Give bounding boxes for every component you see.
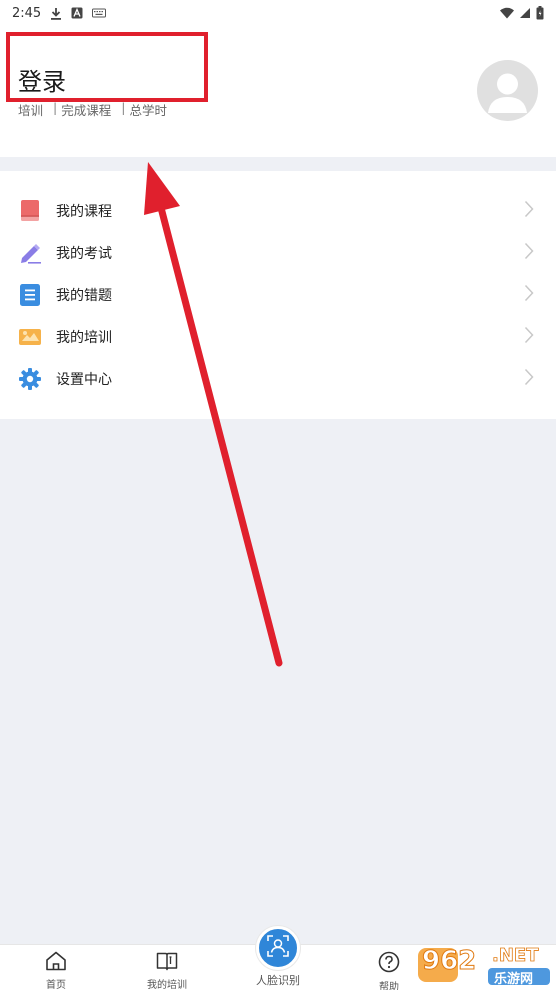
list-icon: [17, 282, 43, 308]
help-icon: [378, 951, 400, 976]
book-icon: [17, 198, 43, 224]
watermark-logo: 962 .NET 乐游网: [418, 944, 552, 987]
profile-stats: 培训 | 完成课程 | 总学时: [18, 100, 177, 119]
menu-item-label: 我的错题: [56, 288, 112, 304]
menu-item-label: 我的课程: [56, 204, 112, 220]
tab-home[interactable]: 首页: [16, 951, 96, 990]
watermark-suffix: .NET: [492, 945, 539, 967]
stat-completed-courses: 完成课程: [61, 103, 112, 118]
stat-separator: |: [121, 100, 126, 115]
menu-item-settings[interactable]: 设置中心: [0, 358, 556, 400]
menu-item-my-training[interactable]: 我的培训: [0, 316, 556, 358]
keyboard-icon: [92, 8, 107, 18]
status-bar: 2:45: [0, 0, 556, 26]
menu-item-my-courses[interactable]: 我的课程: [0, 190, 556, 232]
gear-icon: [17, 366, 43, 392]
battery-icon: [536, 6, 544, 20]
avatar[interactable]: [477, 60, 538, 121]
tab-label: 帮助: [379, 982, 399, 990]
open-book-icon: [156, 951, 178, 974]
user-silhouette-icon: [488, 73, 527, 113]
menu-item-my-exams[interactable]: 我的考试: [0, 232, 556, 274]
wifi-icon: [500, 7, 514, 19]
stat-total-hours: 总学时: [129, 103, 167, 118]
face-recognition-button[interactable]: [256, 926, 300, 970]
signal-icon: [519, 7, 531, 19]
stat-separator: |: [53, 100, 58, 115]
menu-item-label: 我的培训: [56, 330, 112, 346]
watermark-brand: 乐游网: [494, 972, 534, 987]
menu-item-label: 设置中心: [56, 372, 112, 388]
tab-label: 首页: [46, 980, 66, 990]
status-time: 2:45: [12, 5, 42, 21]
chevron-right-icon: [524, 326, 534, 348]
menu-list: 我的课程 我的考试 我的错题 我的培训 设置中心: [0, 171, 556, 419]
tab-my-training[interactable]: 我的培训: [127, 951, 207, 990]
chevron-right-icon: [524, 242, 534, 264]
chevron-right-icon: [524, 284, 534, 306]
tab-face-recognition-label[interactable]: 人脸识别: [238, 972, 318, 988]
training-icon: [17, 324, 43, 350]
menu-item-my-mistakes[interactable]: 我的错题: [0, 274, 556, 316]
face-scan-icon: [267, 935, 289, 961]
watermark-digits: 962: [421, 946, 477, 977]
download-icon: [50, 7, 62, 20]
font-app-icon: [71, 7, 83, 19]
home-icon: [45, 951, 67, 974]
pencil-icon: [17, 240, 43, 266]
login-link[interactable]: 登录: [18, 62, 66, 97]
chevron-right-icon: [524, 200, 534, 222]
chevron-right-icon: [524, 368, 534, 390]
stat-training: 培训: [18, 103, 44, 118]
tab-help[interactable]: 帮助: [349, 951, 429, 990]
menu-item-label: 我的考试: [56, 246, 112, 262]
tab-label: 我的培训: [147, 980, 187, 990]
